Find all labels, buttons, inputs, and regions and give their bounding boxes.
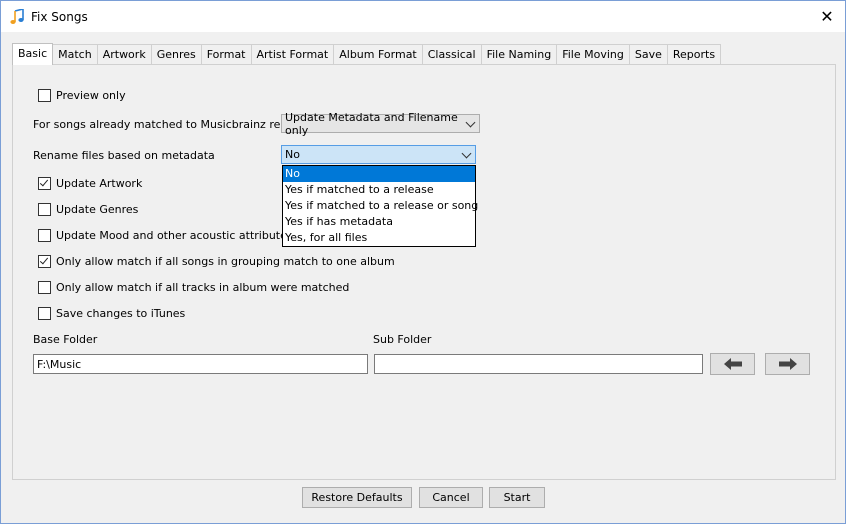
update-genres-label: Update Genres: [56, 203, 139, 216]
fix-songs-window: Fix Songs ✕ Basic Match Artwork Genres F…: [0, 0, 846, 524]
save-itunes-label: Save changes to iTunes: [56, 307, 186, 320]
grouping-match-checkbox[interactable]: Only allow match if all songs in groupin…: [38, 255, 395, 268]
tab-save[interactable]: Save: [628, 44, 668, 64]
tab-artist-format[interactable]: Artist Format: [250, 44, 335, 64]
tab-album-format[interactable]: Album Format: [333, 44, 423, 64]
title-bar: Fix Songs ✕: [1, 1, 845, 32]
checkbox-box: [38, 177, 51, 190]
tab-file-naming[interactable]: File Naming: [480, 44, 558, 64]
close-button[interactable]: ✕: [815, 5, 839, 27]
restore-defaults-button[interactable]: Restore Defaults: [302, 487, 412, 508]
update-mood-checkbox[interactable]: Update Mood and other acoustic attribute…: [38, 229, 322, 242]
tab-reports[interactable]: Reports: [666, 44, 722, 64]
rename-options-list: No Yes if matched to a release Yes if ma…: [282, 165, 478, 247]
preview-only-label: Preview only: [56, 89, 126, 102]
matched-releases-label: For songs already matched to Musicbrainz…: [33, 118, 316, 131]
rename-option[interactable]: Yes if has metadata: [283, 214, 475, 230]
tab-artwork[interactable]: Artwork: [96, 44, 152, 64]
rename-files-value: No: [285, 148, 300, 161]
grouping-match-label: Only allow match if all songs in groupin…: [56, 255, 395, 268]
sub-folder-input[interactable]: [374, 354, 703, 374]
preview-only-checkbox[interactable]: Preview only: [38, 89, 126, 102]
checkbox-box: [38, 203, 51, 216]
tab-bar: Basic Match Artwork Genres Format Artist…: [12, 43, 722, 65]
tab-match[interactable]: Match: [52, 44, 98, 64]
all-tracks-checkbox[interactable]: Only allow match if all tracks in album …: [38, 281, 349, 294]
rename-option[interactable]: Yes if matched to a release: [283, 182, 475, 198]
base-folder-label: Base Folder: [33, 333, 98, 346]
matched-releases-select[interactable]: Update Metadata and Filename only: [281, 111, 480, 137]
rename-option[interactable]: No: [283, 166, 475, 182]
update-artwork-label: Update Artwork: [56, 177, 143, 190]
checkbox-box: [38, 281, 51, 294]
checkbox-box: [38, 229, 51, 242]
base-folder-input[interactable]: [33, 354, 368, 374]
move-right-button[interactable]: [765, 353, 810, 375]
rename-files-label: Rename files based on metadata: [33, 149, 215, 162]
chevron-down-icon: [461, 148, 472, 159]
close-icon: ✕: [820, 6, 834, 26]
sub-folder-label: Sub Folder: [373, 333, 432, 346]
checkbox-box: [38, 255, 51, 268]
window-title: Fix Songs: [31, 10, 88, 24]
update-genres-checkbox[interactable]: Update Genres: [38, 203, 138, 216]
rename-option[interactable]: Yes, for all files: [283, 230, 475, 246]
arrow-right-icon: [778, 358, 797, 370]
rename-files-select[interactable]: No: [281, 145, 476, 164]
tab-file-moving[interactable]: File Moving: [556, 44, 630, 64]
all-tracks-label: Only allow match if all tracks in album …: [56, 281, 350, 294]
arrow-left-icon: [723, 358, 742, 370]
tab-classical[interactable]: Classical: [421, 44, 482, 64]
checkbox-box: [38, 307, 51, 320]
start-button[interactable]: Start: [489, 487, 545, 508]
checkbox-box: [38, 89, 51, 102]
tab-format[interactable]: Format: [200, 44, 252, 64]
tab-genres[interactable]: Genres: [150, 44, 202, 64]
update-artwork-checkbox[interactable]: Update Artwork: [38, 177, 142, 190]
cancel-button[interactable]: Cancel: [419, 487, 483, 508]
move-left-button[interactable]: [710, 353, 755, 375]
tab-basic[interactable]: Basic: [12, 43, 54, 65]
music-note-icon: [10, 9, 24, 24]
save-itunes-checkbox[interactable]: Save changes to iTunes: [38, 307, 185, 320]
rename-option[interactable]: Yes if matched to a release or song: [283, 198, 478, 214]
matched-releases-value: Update Metadata and Filename only: [285, 110, 458, 137]
